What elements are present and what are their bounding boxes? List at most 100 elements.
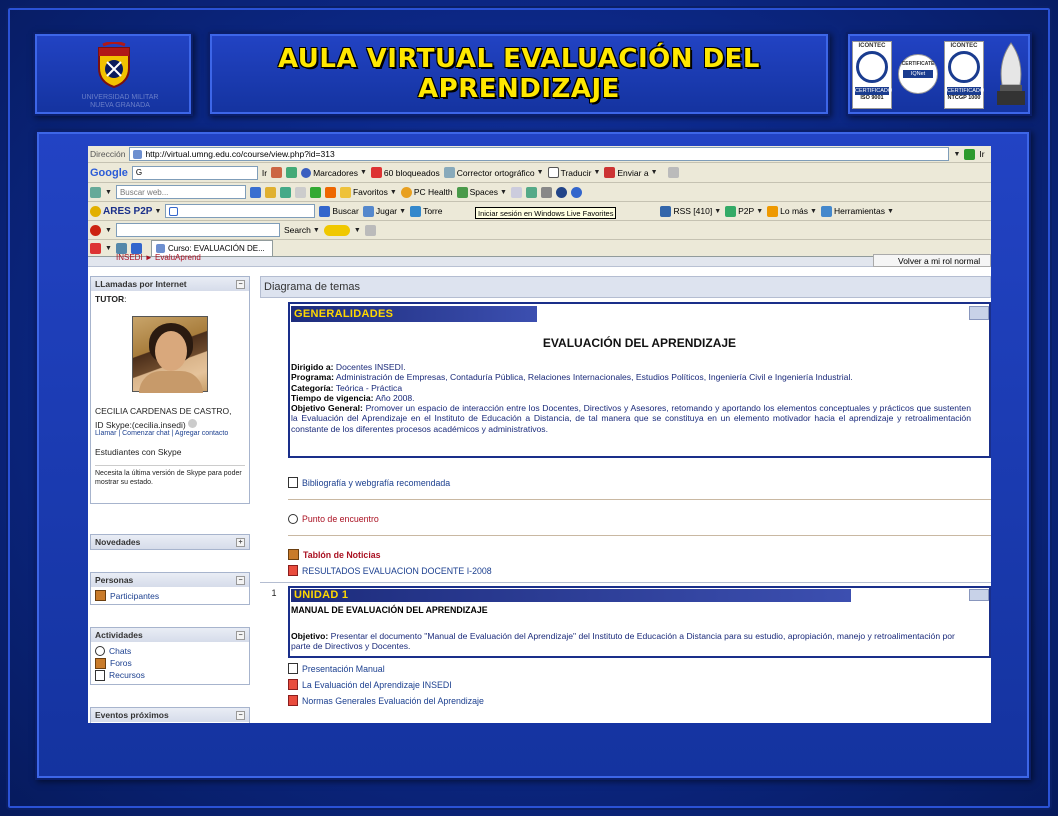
resources-link[interactable]: Recursos	[109, 669, 145, 681]
address-bar: Dirección http://virtual.umng.edu.co/cou…	[88, 146, 991, 163]
search-toolbar-input[interactable]	[115, 223, 280, 237]
live-search-icon[interactable]	[249, 186, 261, 198]
form-icon[interactable]	[294, 186, 306, 198]
spaces-button[interactable]: Spaces ▼	[456, 186, 507, 198]
collapse-icon[interactable]: −	[236, 575, 245, 585]
tutor-label: TUTOR	[95, 294, 125, 304]
gamepad-icon	[362, 205, 374, 217]
expand-icon[interactable]: +	[236, 537, 245, 547]
university-shield-icon	[98, 42, 130, 88]
bookmarks-button[interactable]: Marcadores ▼	[301, 167, 367, 178]
new-tab-icon[interactable]	[130, 242, 142, 254]
translate-button[interactable]: Traducir ▼	[547, 167, 600, 178]
collapse-icon[interactable]: −	[236, 630, 245, 640]
add-contact-link[interactable]: Agregar contacto	[175, 430, 228, 437]
rss-button[interactable]: RSS [410] ▼	[660, 205, 721, 217]
p2p-button[interactable]: P2P ▼	[725, 205, 763, 217]
live-toolbar: ▼ Buscar web... Favoritos ▼ PC Health Spa…	[88, 183, 991, 202]
block-news: Novedades +	[90, 534, 250, 550]
ares-search-button[interactable]: Buscar	[319, 205, 359, 217]
logo-caption: UNIVERSIDAD MILITAR NUEVA GRANADA	[81, 94, 159, 109]
certification-panel: ICONTEC CERTIFICADO ISO 9001 CERTIFICATE…	[846, 32, 1032, 116]
bookmark-icon[interactable]	[271, 167, 283, 178]
block-title: Novedades	[95, 537, 141, 547]
translate-icon	[547, 167, 559, 178]
messenger-icon[interactable]	[324, 186, 336, 198]
generalidades-box: GENERALIDADES EVALUACIÓN DEL APRENDIZAJE…	[288, 302, 991, 458]
ares-search-input[interactable]	[165, 204, 316, 218]
spaces-icon	[456, 186, 468, 198]
popup-blocked-button[interactable]: 60 bloqueados	[370, 167, 440, 178]
pdf-icon	[288, 679, 298, 690]
home-icon[interactable]	[90, 242, 101, 254]
address-dropdown-icon[interactable]: ▼	[953, 151, 960, 158]
breadcrumb[interactable]: INSEDI ► EvaluAprend	[116, 253, 201, 262]
block-internet-calls: LLamadas por Internet − TUTOR: CECILIA CA…	[90, 276, 250, 504]
resource-bibliography[interactable]: Bibliografía y webgrafía recomendada	[288, 476, 991, 489]
back-to-normal-role-button[interactable]: Volver a mi rol normal	[873, 254, 991, 267]
edit-icon[interactable]	[279, 186, 291, 198]
collapse-icon[interactable]: −	[236, 279, 245, 289]
forums-link[interactable]: Foros	[110, 657, 132, 669]
cert-iqnet: CERTIFICATE IQNet	[898, 54, 938, 94]
favorites-star-icon	[339, 186, 351, 198]
participants-icon	[95, 590, 106, 601]
send-to-button[interactable]: Enviar a ▼	[604, 167, 658, 178]
call-link[interactable]: Llamar	[95, 430, 116, 437]
toolbar-icon[interactable]	[286, 167, 298, 178]
tools-button[interactable]: Herramientas ▼	[820, 205, 894, 217]
skype-status-icon	[188, 419, 198, 428]
course-page: INSEDI ► EvaluAprend Volver a mi rol nor…	[88, 253, 991, 723]
search-icon	[319, 205, 331, 217]
generalidades-label: GENERALIDADES	[291, 306, 537, 322]
p2p-icon	[725, 205, 737, 217]
pc-health-button[interactable]: PC Health	[400, 186, 453, 198]
google-search-input[interactable]: G	[131, 165, 258, 180]
spellcheck-button[interactable]: Corrector ortográfico ▼	[443, 167, 544, 178]
page-icon	[133, 149, 143, 159]
rss-feed-icon[interactable]	[540, 186, 552, 198]
pen-icon[interactable]	[364, 224, 376, 236]
start-chat-link[interactable]: Comenzar chat	[122, 430, 169, 437]
resource-general-rules[interactable]: Normas Generales Evaluación del Aprendiz…	[288, 694, 991, 707]
topic-1: 1 UNIDAD 1 MANUAL DE EVALUACIÓN DEL APRE…	[260, 586, 991, 707]
document-icon	[288, 663, 298, 674]
pencil-icon[interactable]	[667, 167, 679, 178]
google-go-button[interactable]: Ir	[262, 168, 267, 178]
top-icon	[767, 205, 779, 217]
go-arrow-icon[interactable]	[964, 148, 976, 160]
resource-meeting-point[interactable]: Punto de encuentro	[288, 512, 991, 525]
block-title: Personas	[95, 575, 134, 585]
resource-news-board[interactable]: Tablón de Noticias	[288, 548, 991, 561]
chats-link[interactable]: Chats	[109, 645, 131, 657]
torrent-button[interactable]: Torre	[410, 205, 442, 217]
unit-1-box: UNIDAD 1 MANUAL DE EVALUACIÓN DEL APREND…	[288, 586, 991, 658]
go-button[interactable]: Ir	[979, 149, 984, 159]
resource-presentation[interactable]: Presentación Manual	[288, 662, 991, 675]
slide-title: AULA VIRTUAL EVALUACIÓN DEL APRENDIZAJE	[277, 44, 760, 104]
resource-results[interactable]: RESULTADOS EVALUACION DOCENTE I-2008	[288, 564, 991, 577]
contacts-icon[interactable]	[525, 186, 537, 198]
address-input[interactable]: http://virtual.umng.edu.co/course/view.p…	[129, 147, 950, 161]
skype-students[interactable]: Estudiantes con Skype	[95, 447, 245, 466]
search-toolbar-button[interactable]: Search ▼	[284, 225, 320, 235]
options-icon[interactable]	[555, 186, 567, 198]
favorites-button[interactable]: Favoritos ▼	[339, 186, 397, 198]
page-icon	[156, 244, 165, 253]
help-icon[interactable]	[570, 186, 582, 198]
quick-tabs-icon[interactable]	[115, 242, 127, 254]
participants-link[interactable]: Participantes	[110, 591, 159, 601]
block-activities: Actividades − Chats Foros Recursos	[90, 627, 250, 685]
compass-icon	[969, 589, 989, 601]
live-search-input[interactable]: Buscar web...	[115, 185, 246, 199]
send-icon	[604, 167, 616, 178]
resource-icon	[95, 669, 105, 681]
highlight-icon[interactable]	[264, 186, 276, 198]
add-icon[interactable]	[309, 186, 321, 198]
more-button[interactable]: Lo más ▼	[767, 205, 817, 217]
resource-evaluation-insedi[interactable]: La Evaluación del Aprendizaje INSEDI	[288, 678, 991, 691]
mail-icon[interactable]	[510, 186, 522, 198]
collapse-icon[interactable]: −	[236, 710, 245, 720]
play-button[interactable]: Jugar ▼	[362, 205, 406, 217]
emoticon-icon[interactable]	[323, 224, 350, 236]
